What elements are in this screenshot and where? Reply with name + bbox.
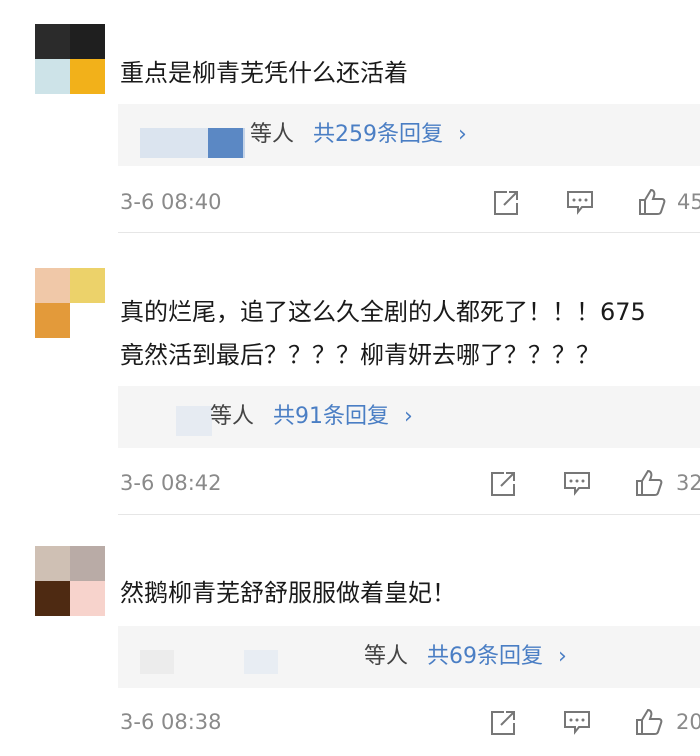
avatar[interactable]: [35, 546, 105, 616]
timestamp: 3-6 08:38: [120, 710, 222, 734]
avatar-pixel: [35, 581, 70, 616]
comment-item: 然鹅柳青芜舒舒服服做着皇妃！ 等人 共69条回复 › 3-6 08:38 20: [0, 0, 700, 756]
comment-text: 然鹅柳青芜舒舒服服做着皇妃！: [120, 574, 700, 612]
like-icon[interactable]: [634, 707, 664, 737]
avatar-pixel: [70, 581, 105, 616]
blurred-username: [244, 650, 278, 674]
reply-line: 等人 共69条回复 ›: [364, 642, 567, 672]
like-count: 20: [676, 710, 700, 734]
chevron-right-icon: ›: [558, 644, 567, 669]
reply-count-link[interactable]: 共69条回复: [427, 644, 543, 669]
comment-icon[interactable]: [562, 707, 592, 737]
reply-summary[interactable]: 等人 共69条回复 ›: [118, 626, 700, 688]
blurred-username: [140, 650, 174, 674]
avatar-pixel: [35, 546, 70, 581]
comment-line: 然鹅柳青芜舒舒服服做着皇妃！: [120, 579, 456, 607]
share-icon[interactable]: [489, 707, 519, 737]
avatar-pixel: [70, 546, 105, 581]
comment-meta: 3-6 08:38 20: [0, 707, 700, 747]
reply-suffix: 等人: [364, 644, 409, 669]
